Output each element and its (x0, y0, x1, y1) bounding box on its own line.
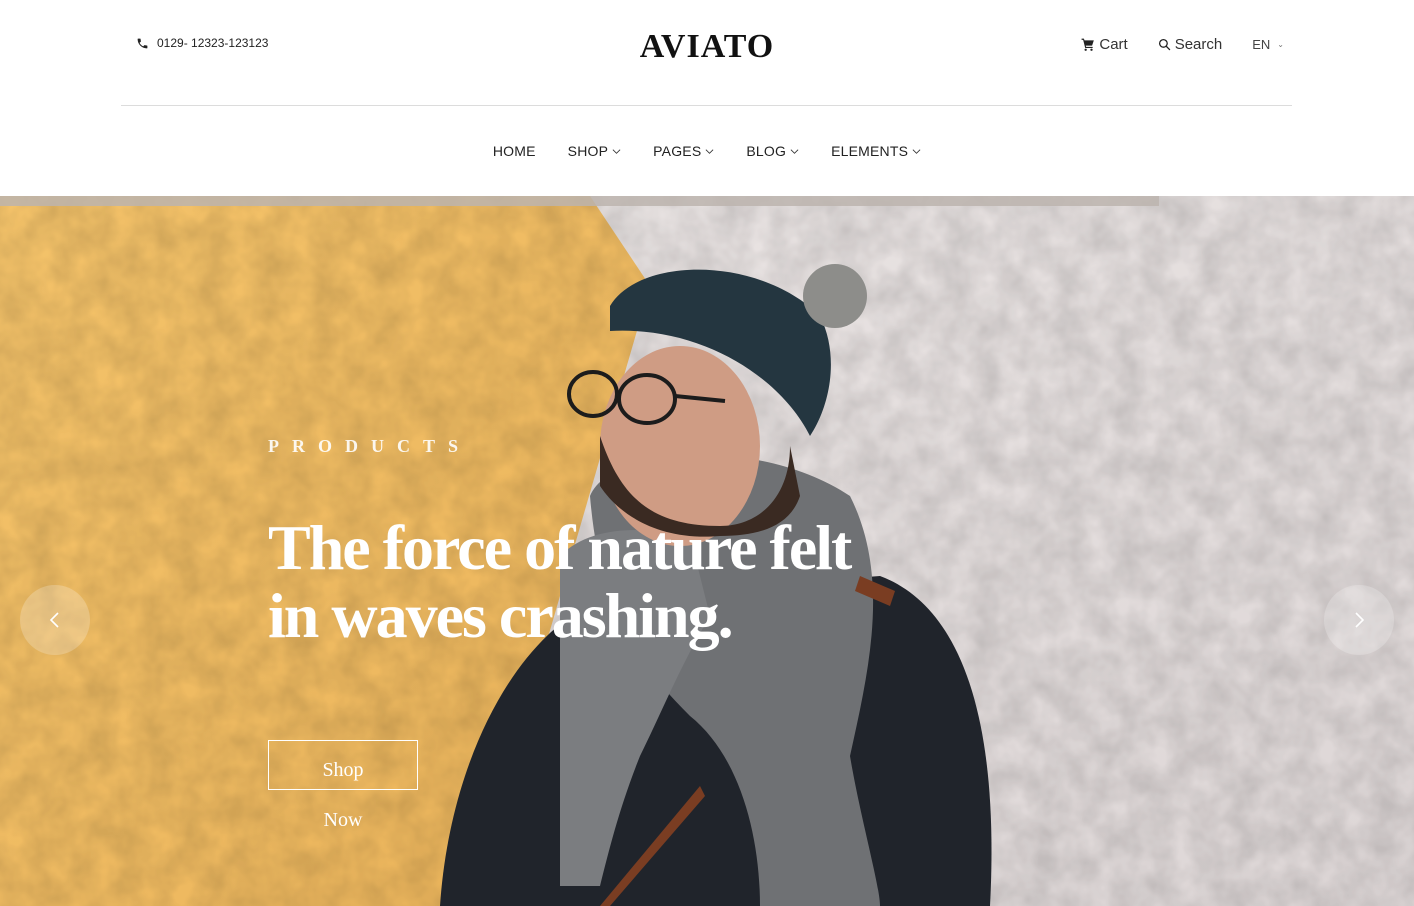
hero-subtitle: PRODUCTS (268, 436, 472, 456)
shop-now-label-1: Shop (322, 759, 364, 781)
hero-headline-line-2: in waves crashing. (268, 580, 734, 651)
cart-button[interactable]: Cart (1081, 36, 1128, 53)
nav-item-home[interactable]: HOME (493, 143, 536, 159)
main-nav: HOME SHOP PAGES BLOG ELEMENTS (0, 106, 1414, 196)
hero-slider: PRODUCTS The force of nature felt in wav… (0, 196, 1414, 906)
slider-next-button[interactable] (1324, 585, 1394, 655)
nav-item-label: HOME (492, 143, 536, 159)
hero-headline: The force of nature felt in waves crashi… (268, 514, 908, 650)
shop-now-label-2: Now (323, 809, 363, 831)
nav-item-blog[interactable]: BLOG (746, 143, 799, 159)
chevron-down-icon (790, 148, 799, 154)
search-icon (1158, 38, 1171, 51)
search-button[interactable]: Search (1158, 36, 1223, 53)
language-label: EN (1252, 37, 1271, 52)
nav-item-label: BLOG (746, 143, 787, 159)
language-selector[interactable]: EN ⌄ (1252, 37, 1284, 52)
slide-progress-fill (0, 196, 1160, 206)
nav-item-shop[interactable]: SHOP (568, 143, 621, 159)
hero-headline-line-1: The force of nature felt (268, 512, 852, 583)
search-label: Search (1174, 36, 1223, 53)
chevron-down-icon (612, 148, 621, 154)
chevron-down-icon (705, 148, 714, 154)
site-header: 0129- 12323-123123 AVIATO Cart Search EN… (0, 0, 1414, 106)
chevron-down-icon: ⌄ (1277, 40, 1284, 49)
chevron-left-icon (49, 612, 59, 628)
header-actions: Cart Search EN ⌄ (1081, 36, 1284, 53)
nav-item-label: ELEMENTS (831, 143, 909, 159)
cart-label: Cart (1099, 36, 1128, 53)
slider-prev-button[interactable] (20, 585, 90, 655)
chevron-down-icon (912, 148, 921, 154)
nav-item-elements[interactable]: ELEMENTS (831, 143, 921, 159)
cart-icon (1081, 38, 1095, 51)
slide-progress-bar (0, 196, 1414, 206)
nav-item-label: PAGES (653, 143, 702, 159)
shop-now-button[interactable]: Shop Now (268, 740, 418, 830)
chevron-right-icon (1355, 612, 1365, 628)
nav-item-pages[interactable]: PAGES (653, 143, 714, 159)
nav-item-label: SHOP (567, 143, 609, 159)
